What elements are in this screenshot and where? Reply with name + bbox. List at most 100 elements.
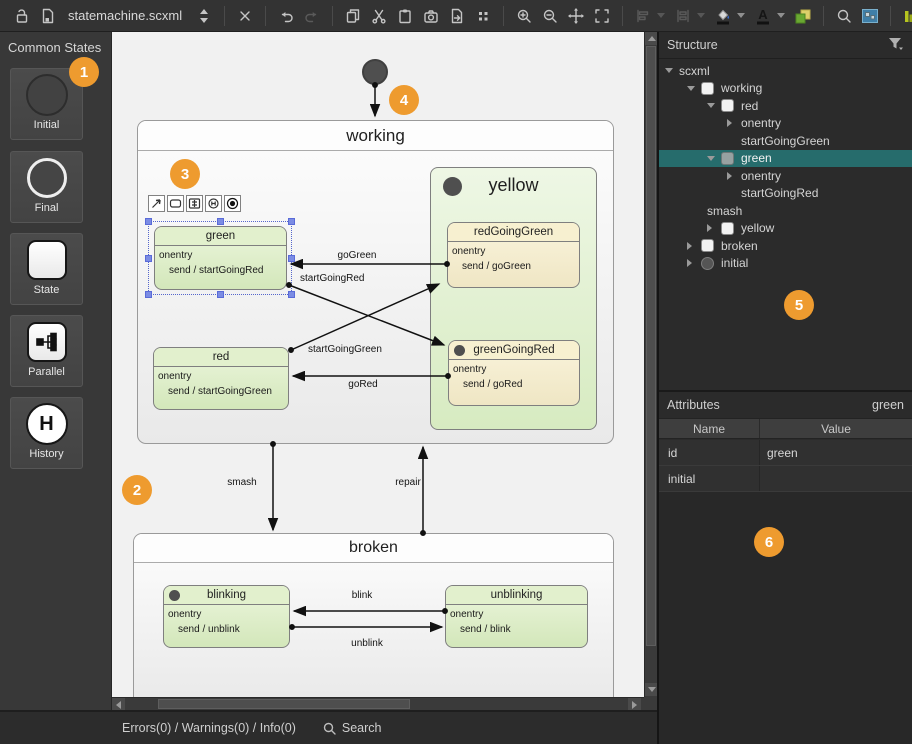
- palette-history-button[interactable]: H History: [10, 397, 83, 469]
- font-color-dropdown-icon[interactable]: [777, 13, 785, 18]
- tree-item-initial[interactable]: initial: [659, 255, 912, 273]
- transition-label-unblink[interactable]: unblink: [337, 638, 397, 649]
- align-dropdown-icon[interactable]: [657, 13, 665, 18]
- zoom-selection-icon[interactable]: [471, 4, 495, 28]
- state-blinking-title[interactable]: blinking: [164, 586, 289, 605]
- state-broken-title[interactable]: broken: [134, 534, 613, 563]
- pan-icon[interactable]: [564, 4, 588, 28]
- state-green[interactable]: green onentry send / startGoingRed: [154, 226, 287, 290]
- state-redGoingGreen[interactable]: redGoingGreen onentry send / goGreen: [447, 222, 580, 288]
- transition-label-repair[interactable]: repair: [388, 477, 428, 488]
- export-icon[interactable]: [445, 4, 469, 28]
- create-history-icon[interactable]: [205, 195, 222, 212]
- statechart-canvas[interactable]: working broken yellow redGoingGreen onen…: [112, 32, 644, 697]
- tree-item-startGoingGreen[interactable]: startGoingGreen: [659, 132, 912, 150]
- tree-item-onentry[interactable]: onentry: [659, 167, 912, 185]
- state-blinking[interactable]: blinking onentry send / unblink: [163, 585, 290, 648]
- state-red-title[interactable]: red: [154, 348, 288, 367]
- zoom-out-icon[interactable]: [538, 4, 562, 28]
- tree-item-red[interactable]: red: [659, 97, 912, 115]
- filter-icon[interactable]: [888, 37, 904, 54]
- issues-counter[interactable]: Errors(0) / Warnings(0) / Info(0): [122, 721, 296, 735]
- palette-state-button[interactable]: State: [10, 233, 83, 305]
- transition-label-goRed[interactable]: goRed: [328, 379, 398, 390]
- undo-icon[interactable]: [274, 4, 298, 28]
- cut-icon[interactable]: [367, 4, 391, 28]
- create-final-icon[interactable]: [224, 195, 241, 212]
- color-theme-icon[interactable]: [791, 4, 815, 28]
- state-unblinking[interactable]: unblinking onentry send / blink: [445, 585, 588, 648]
- fill-color-icon[interactable]: [711, 4, 735, 28]
- callout-badge-3: 3: [170, 159, 200, 189]
- tree-item-smash[interactable]: smash: [659, 202, 912, 220]
- close-icon[interactable]: [233, 4, 257, 28]
- statistics-icon[interactable]: [899, 4, 912, 28]
- chevron-right-icon[interactable]: [727, 119, 741, 127]
- state-icon: [721, 222, 734, 235]
- chevron-down-icon[interactable]: [687, 86, 701, 91]
- state-redGoingGreen-title[interactable]: redGoingGreen: [448, 223, 579, 242]
- state-unblinking-title[interactable]: unblinking: [446, 586, 587, 605]
- distribute-dropdown-icon[interactable]: [697, 13, 705, 18]
- tree-item-onentry[interactable]: onentry: [659, 115, 912, 133]
- onentry-label: onentry: [449, 360, 579, 375]
- state-greenGoingRed-title[interactable]: greenGoingRed: [449, 341, 579, 360]
- zoom-in-icon[interactable]: [512, 4, 536, 28]
- redo-icon[interactable]: [300, 4, 324, 28]
- transition-label-startGoingGreen[interactable]: startGoingGreen: [308, 344, 382, 355]
- palette-final-button[interactable]: Final: [10, 151, 83, 223]
- tree-item-broken[interactable]: broken: [659, 237, 912, 255]
- structure-title: Structure: [667, 38, 718, 52]
- chevron-right-icon[interactable]: [707, 224, 721, 232]
- tree-item-scxml[interactable]: scxml: [659, 62, 912, 80]
- font-color-icon[interactable]: A: [751, 4, 775, 28]
- transition-label-goGreen[interactable]: goGreen: [317, 250, 397, 261]
- vertical-scrollbar[interactable]: [644, 32, 657, 697]
- fit-to-view-icon[interactable]: [590, 4, 614, 28]
- column-value[interactable]: Value: [760, 419, 912, 438]
- structure-header: Structure: [659, 32, 912, 59]
- screenshot-icon[interactable]: [419, 4, 443, 28]
- column-name[interactable]: Name: [659, 419, 760, 438]
- common-states-panel: Common States Initial Final State Parall…: [0, 32, 112, 710]
- initial-state-icon: [26, 69, 68, 121]
- initial-pseudostate-node[interactable]: [362, 59, 388, 85]
- distribute-icon[interactable]: [671, 4, 695, 28]
- fill-color-dropdown-icon[interactable]: [737, 13, 745, 18]
- state-greenGoingRed[interactable]: greenGoingRed onentry send / goRed: [448, 340, 580, 406]
- state-red[interactable]: red onentry send / startGoingGreen: [153, 347, 289, 410]
- tree-item-working[interactable]: working: [659, 80, 912, 98]
- tree-item-green-selected[interactable]: green: [659, 150, 912, 168]
- chevron-down-icon[interactable]: [707, 103, 721, 108]
- unlock-icon[interactable]: [10, 4, 34, 28]
- align-icon[interactable]: [631, 4, 655, 28]
- chevron-right-icon[interactable]: [687, 242, 701, 250]
- state-working-title[interactable]: working: [138, 121, 613, 151]
- paste-icon[interactable]: [393, 4, 417, 28]
- state-icon: [721, 152, 734, 165]
- transition-label-blink[interactable]: blink: [332, 590, 392, 601]
- navigator-icon[interactable]: [858, 4, 882, 28]
- document-selector-spinner[interactable]: [192, 4, 216, 28]
- transition-label-startGoingRed[interactable]: startGoingRed: [300, 273, 364, 284]
- chevron-right-icon[interactable]: [727, 172, 741, 180]
- create-transition-icon[interactable]: [148, 195, 165, 212]
- copy-icon[interactable]: [341, 4, 365, 28]
- palette-parallel-button[interactable]: Parallel: [10, 315, 83, 387]
- chevron-down-icon[interactable]: [707, 156, 721, 161]
- horizontal-scrollbar[interactable]: [112, 697, 644, 710]
- search-icon[interactable]: [832, 4, 856, 28]
- tree-item-startGoingRed[interactable]: startGoingRed: [659, 185, 912, 203]
- state-icon: [701, 82, 714, 95]
- chevron-right-icon[interactable]: [687, 259, 701, 267]
- tree-item-yellow[interactable]: yellow: [659, 220, 912, 238]
- attributes-title: Attributes: [667, 398, 720, 412]
- attribute-row-id[interactable]: id green: [659, 440, 912, 466]
- create-parallel-icon[interactable]: [186, 195, 203, 212]
- attribute-row-initial[interactable]: initial: [659, 466, 912, 492]
- create-state-icon[interactable]: [167, 195, 184, 212]
- state-green-title[interactable]: green: [155, 227, 286, 246]
- chevron-down-icon[interactable]: [665, 68, 679, 73]
- transition-label-smash[interactable]: smash: [216, 477, 268, 488]
- statusbar-search[interactable]: Search: [322, 721, 382, 736]
